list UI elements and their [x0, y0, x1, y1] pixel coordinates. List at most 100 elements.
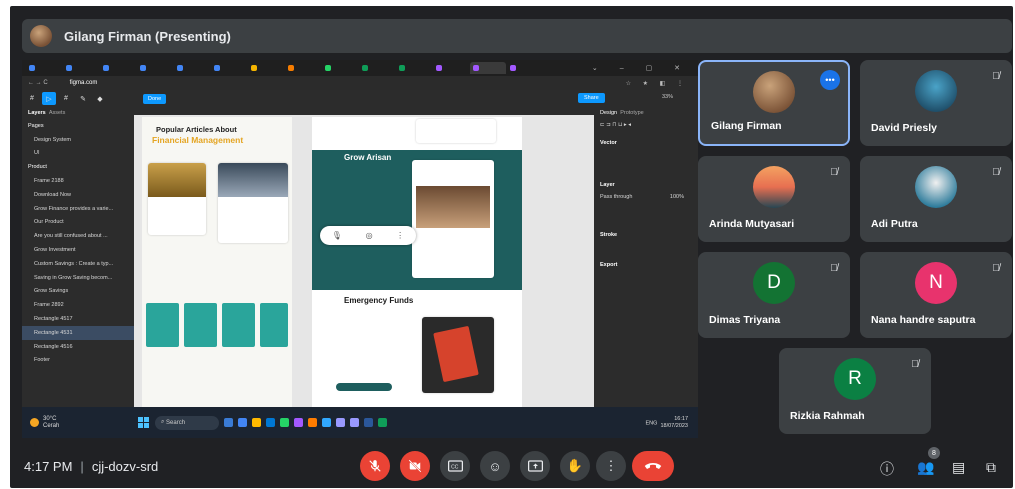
layer-item: Grow Savings	[34, 288, 69, 295]
layer-item: Grow Investment	[34, 247, 76, 254]
weather-widget: 30°C Cerah	[22, 416, 122, 430]
financial-management-title: Financial Management	[152, 135, 244, 145]
info-icon[interactable]: ⓘ	[880, 459, 894, 479]
popular-articles-title: Popular Articles About	[156, 125, 237, 134]
participant-name: Adi Putra	[871, 218, 918, 230]
participant-tile[interactable]: 🎙̸ Adi Putra	[860, 156, 1012, 242]
browser-tab	[248, 62, 284, 74]
browser-tab	[359, 62, 395, 74]
mic-off-icon: 🎙̸	[992, 166, 1000, 178]
emoji-icon[interactable]: ☺	[480, 451, 510, 481]
share-button: Share	[578, 93, 605, 103]
browser-tab	[433, 62, 469, 74]
clock-date: 18/07/2023	[660, 422, 688, 429]
browser-tab	[137, 62, 173, 74]
emergency-image	[422, 317, 494, 393]
product-tile	[260, 303, 288, 347]
presenter-call-controls: 🎙 ◎ ⋮	[320, 226, 416, 245]
browser-tab-active	[470, 62, 506, 74]
pages-label: Pages	[28, 122, 44, 129]
product-tile	[222, 303, 255, 347]
people-icon[interactable]: 👥	[917, 459, 934, 476]
layer-item: Saving in Grow Saving becom...	[34, 274, 113, 281]
mic-off-icon: 🎙̸	[911, 358, 919, 370]
done-button: Done	[143, 93, 167, 104]
address-bar: ← → C figma.com ☆ ★ ◧ ⋮	[22, 76, 698, 90]
grow-arisan-section	[312, 150, 522, 290]
meeting-controls-bar: 4:17 PM | cjj-dozv-srd CC ☺ ✋ ⋮ ⓘ 👥 8 ▤ …	[10, 446, 1013, 488]
raise-hand-icon[interactable]: ✋	[560, 451, 590, 481]
participant-tile[interactable]: N 🎙̸ Nana handre saputra	[860, 252, 1012, 338]
windows-start-icon	[138, 417, 149, 428]
layer-item: Footer	[34, 357, 50, 364]
file-explorer-icon	[252, 418, 261, 427]
present-icon[interactable]	[520, 451, 550, 481]
pen-tool-icon: ✎	[80, 95, 86, 103]
product-tile	[184, 303, 217, 347]
more-options-icon[interactable]: ⋮	[596, 451, 626, 481]
layer-item: Custom Savings : Create a typ...	[34, 260, 114, 267]
emergency-cta	[336, 383, 392, 391]
participant-tile[interactable]: R 🎙̸ Rizkia Rahmah	[779, 348, 931, 434]
layer-item: Frame 2892	[34, 302, 64, 309]
layers-tab: Layers	[28, 110, 46, 116]
camera-off-icon: ◎	[365, 231, 373, 240]
mic-off-icon[interactable]	[360, 451, 390, 481]
stroke-label: Stroke	[600, 232, 618, 238]
participant-avatar	[915, 165, 957, 208]
figma-toolbar: # ▷ # ✎ ◆ Done Share 33%	[22, 90, 698, 107]
layer-label: Layer	[600, 182, 615, 188]
mic-off-icon: 🎙	[331, 231, 342, 240]
mic-off-icon: 🎙̸	[830, 166, 838, 178]
captions-icon[interactable]: CC	[440, 451, 470, 481]
article-image	[148, 163, 206, 197]
sheets-icon	[378, 418, 387, 427]
whatsapp-icon	[280, 418, 289, 427]
articles-frame	[142, 117, 292, 407]
figma-icon	[294, 418, 303, 427]
move-tool-icon: ▷	[42, 92, 56, 105]
svg-text:CC: CC	[451, 465, 459, 471]
sun-icon	[30, 418, 39, 427]
clock-time: 16:17	[674, 415, 688, 422]
fill-row	[594, 211, 698, 223]
participant-name: Dimas Triyana	[709, 314, 781, 326]
participant-avatar	[753, 70, 795, 113]
camera-off-icon[interactable]	[400, 451, 430, 481]
design-tab: Design	[600, 110, 618, 116]
prototype-tab: Prototype	[620, 110, 644, 116]
windows-taskbar: 30°C Cerah ⌕ Search ENG 16:17 18/07/2023	[22, 407, 698, 438]
participant-tile[interactable]: ••• Gilang Firman	[698, 60, 850, 146]
end-call-icon[interactable]	[632, 451, 674, 481]
product-tile	[146, 303, 179, 347]
browser-tab	[396, 62, 432, 74]
zoom-level: 33%	[662, 94, 674, 100]
assets-tab: Assets	[48, 110, 66, 116]
mic-off-icon: 🎙̸	[992, 262, 1000, 274]
presenter-avatar	[30, 25, 52, 47]
arisan-photo	[416, 186, 490, 228]
align-icons: ⊏ ⊐ ⊓ ⊔ ▸ ◂	[600, 122, 631, 128]
participant-tile[interactable]: D 🎙̸ Dimas Triyana	[698, 252, 850, 338]
layer-item-selected: Rectangle 4531	[22, 325, 134, 340]
participant-tile[interactable]: 🎙̸ Arinda Mutyasari	[698, 156, 850, 242]
participant-avatar: R	[834, 357, 876, 400]
taskbar-search-label: Search	[166, 419, 186, 426]
figma-menu-icon: #	[30, 95, 34, 102]
chat-icon[interactable]: ▤	[952, 459, 965, 476]
vector-label: Vector	[600, 140, 617, 146]
article-card	[218, 163, 288, 243]
mic-off-icon: 🎙̸	[992, 70, 1000, 82]
activities-icon[interactable]: ⧉	[986, 459, 996, 476]
presenting-banner: Gilang Firman (Presenting)	[22, 19, 1012, 53]
premiere-icon	[336, 418, 345, 427]
layer-item: Grow Finance provides a varie...	[34, 205, 114, 212]
more-options-icon[interactable]: •••	[820, 70, 840, 90]
more-options-icon: ⋮	[396, 231, 405, 240]
edge-icon	[266, 418, 275, 427]
layer-item: Frame 2188	[34, 178, 64, 185]
system-tray: ENG 16:17 18/07/2023	[645, 416, 698, 430]
participant-name: David Priesly	[871, 122, 937, 134]
layer-item: Rectangle 4516	[34, 343, 73, 350]
participant-tile[interactable]: 🎙̸ David Priesly	[860, 60, 1012, 146]
